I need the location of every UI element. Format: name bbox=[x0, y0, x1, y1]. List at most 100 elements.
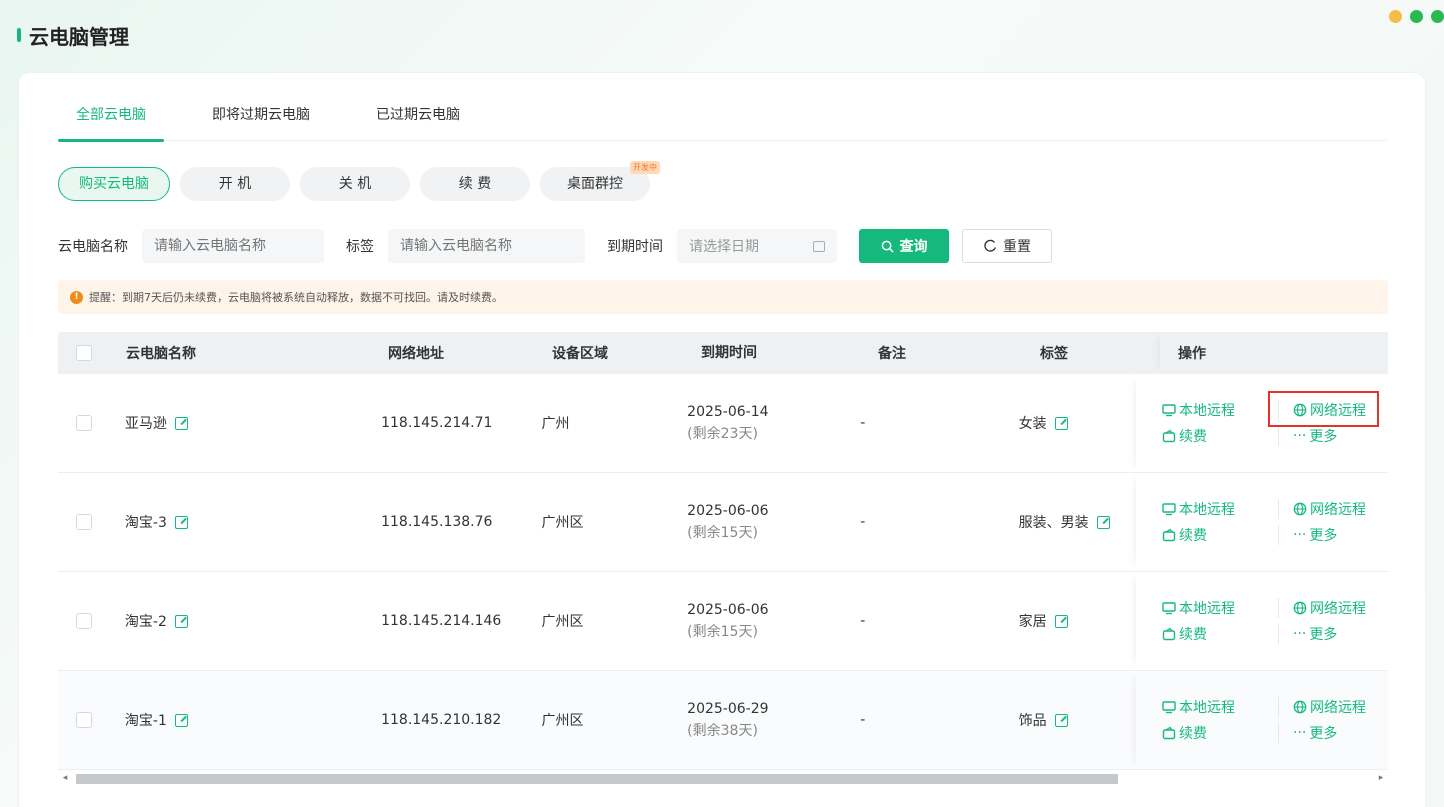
tab-expired[interactable]: 已过期云电脑 bbox=[358, 101, 478, 141]
edit-icon[interactable] bbox=[174, 614, 188, 628]
header-name: 云电脑名称 bbox=[126, 346, 196, 362]
ellipsis-icon: ··· bbox=[1293, 527, 1307, 543]
more-link[interactable]: ··· 更多 bbox=[1278, 624, 1388, 644]
table-row: 淘宝-2 118.145.214.146 广州区 2025-06-06 (剩余15… bbox=[58, 572, 1388, 671]
pc-name: 淘宝-2 bbox=[124, 614, 167, 630]
globe-icon bbox=[1293, 403, 1307, 417]
window-controls bbox=[1389, 10, 1444, 23]
edit-icon[interactable] bbox=[1096, 515, 1110, 529]
minimize-dot[interactable] bbox=[1389, 10, 1402, 23]
close-dot[interactable] bbox=[1431, 10, 1444, 23]
row-checkbox[interactable] bbox=[76, 613, 92, 629]
ops-cell: 本地远程 网络远程 续费 ··· 更多 bbox=[1136, 572, 1388, 670]
local-remote-link[interactable]: 本地远程 bbox=[1162, 598, 1278, 618]
monitor-icon bbox=[1162, 503, 1176, 516]
header-ops: 操作 bbox=[1160, 332, 1388, 374]
net-remote-label: 网络远程 bbox=[1310, 700, 1366, 716]
edit-icon[interactable] bbox=[174, 515, 188, 529]
reset-button[interactable]: 重置 bbox=[962, 229, 1052, 263]
row-checkbox-cell bbox=[58, 712, 125, 728]
name-cell: 淘宝-2 bbox=[125, 611, 381, 631]
renew-link[interactable]: 续费 bbox=[1162, 426, 1278, 446]
monitor-icon bbox=[1162, 602, 1176, 615]
monitor-icon bbox=[1162, 404, 1176, 417]
globe-icon bbox=[1293, 502, 1307, 516]
edit-icon[interactable] bbox=[174, 713, 188, 727]
table-row: 亚马逊 118.145.214.71 广州 2025-06-14 (剩余23天) … bbox=[58, 374, 1388, 473]
name-filter-input[interactable] bbox=[142, 229, 324, 263]
local-remote-label: 本地远程 bbox=[1179, 700, 1235, 716]
region-cell: 广州 bbox=[541, 416, 570, 432]
buy-button[interactable]: 购买云电脑 bbox=[58, 167, 170, 201]
header-expire: 到期时间 bbox=[701, 345, 757, 361]
tag-cell: 饰品 bbox=[1019, 710, 1136, 730]
tab-bar: 全部云电脑 即将过期云电脑 已过期云电脑 bbox=[58, 101, 1386, 142]
scroll-right-arrow-icon[interactable]: ▸ bbox=[1374, 773, 1388, 783]
ip-cell: 118.145.210.182 bbox=[381, 712, 502, 728]
expire-date-picker[interactable]: 请选择日期 bbox=[677, 229, 837, 263]
scroll-track[interactable] bbox=[72, 772, 1374, 784]
more-link[interactable]: ··· 更多 bbox=[1278, 525, 1388, 545]
renew-link[interactable]: 续费 bbox=[1162, 723, 1278, 743]
ellipsis-icon: ··· bbox=[1293, 725, 1307, 741]
pc-name: 淘宝-3 bbox=[124, 515, 167, 531]
renew-label: 续费 bbox=[1179, 429, 1207, 445]
row-checkbox[interactable] bbox=[76, 514, 92, 530]
action-bar: 购买云电脑 开 机 关 机 续 费 桌面群控 开发中 bbox=[58, 161, 660, 201]
region-cell: 广州区 bbox=[541, 515, 584, 531]
row-checkbox[interactable] bbox=[76, 415, 92, 431]
renew-button[interactable]: 续 费 bbox=[420, 167, 530, 201]
local-remote-label: 本地远程 bbox=[1179, 502, 1235, 518]
header-ip: 网络地址 bbox=[388, 346, 444, 362]
remaining-days: (剩余23天) bbox=[687, 426, 758, 442]
power-on-button[interactable]: 开 机 bbox=[180, 167, 290, 201]
search-button[interactable]: 查询 bbox=[859, 229, 949, 263]
row-checkbox-cell bbox=[58, 514, 125, 530]
tag-filter-input[interactable] bbox=[388, 229, 585, 263]
net-remote-link[interactable]: 网络远程 bbox=[1278, 598, 1388, 618]
horizontal-scrollbar[interactable]: ◂ ▸ bbox=[58, 770, 1388, 785]
name-cell: 淘宝-1 bbox=[125, 710, 381, 730]
scroll-left-arrow-icon[interactable]: ◂ bbox=[58, 773, 72, 783]
search-icon bbox=[881, 240, 894, 253]
name-cell: 淘宝-3 bbox=[125, 512, 381, 532]
ops-cell: 本地远程 网络远程 续费 ··· 更多 bbox=[1136, 671, 1388, 769]
more-link[interactable]: ··· 更多 bbox=[1278, 723, 1388, 743]
more-label: 更多 bbox=[1309, 726, 1338, 742]
local-remote-link[interactable]: 本地远程 bbox=[1162, 400, 1278, 420]
local-remote-link[interactable]: 本地远程 bbox=[1162, 499, 1278, 519]
refresh-icon bbox=[984, 239, 996, 252]
renew-link[interactable]: 续费 bbox=[1162, 525, 1278, 545]
tag-cell: 家居 bbox=[1019, 611, 1136, 631]
globe-icon bbox=[1293, 700, 1307, 714]
maximize-dot[interactable] bbox=[1410, 10, 1423, 23]
remaining-days: (剩余15天) bbox=[687, 525, 758, 541]
desktop-group-button[interactable]: 桌面群控 开发中 bbox=[540, 161, 660, 201]
wallet-icon bbox=[1162, 627, 1176, 641]
table-row: 淘宝-1 118.145.210.182 广州区 2025-06-29 (剩余38… bbox=[58, 671, 1388, 770]
wallet-icon bbox=[1162, 726, 1176, 740]
row-checkbox[interactable] bbox=[76, 712, 92, 728]
renew-label: 续费 bbox=[1179, 726, 1207, 742]
scroll-thumb[interactable] bbox=[76, 773, 1118, 784]
net-remote-link[interactable]: 网络远程 bbox=[1278, 499, 1388, 519]
row-checkbox-cell bbox=[58, 613, 125, 629]
more-link[interactable]: ··· 更多 bbox=[1278, 426, 1388, 446]
renew-link[interactable]: 续费 bbox=[1162, 624, 1278, 644]
edit-icon[interactable] bbox=[1054, 614, 1068, 628]
region-cell: 广州区 bbox=[541, 713, 584, 729]
tab-all[interactable]: 全部云电脑 bbox=[58, 101, 164, 142]
tab-expiring[interactable]: 即将过期云电脑 bbox=[194, 101, 328, 141]
edit-icon[interactable] bbox=[174, 416, 188, 430]
net-remote-link[interactable]: 网络远程 bbox=[1278, 697, 1388, 717]
expire-date: 2025-06-29 bbox=[687, 701, 769, 717]
select-all-checkbox[interactable] bbox=[76, 345, 92, 361]
date-placeholder: 请选择日期 bbox=[689, 239, 759, 255]
edit-icon[interactable] bbox=[1054, 416, 1068, 430]
edit-icon[interactable] bbox=[1054, 713, 1068, 727]
power-off-button[interactable]: 关 机 bbox=[300, 167, 410, 201]
net-remote-label: 网络远程 bbox=[1310, 502, 1366, 518]
info-icon: ! bbox=[70, 290, 83, 304]
net-remote-link[interactable]: 网络远程 bbox=[1278, 400, 1388, 420]
local-remote-link[interactable]: 本地远程 bbox=[1162, 697, 1278, 717]
